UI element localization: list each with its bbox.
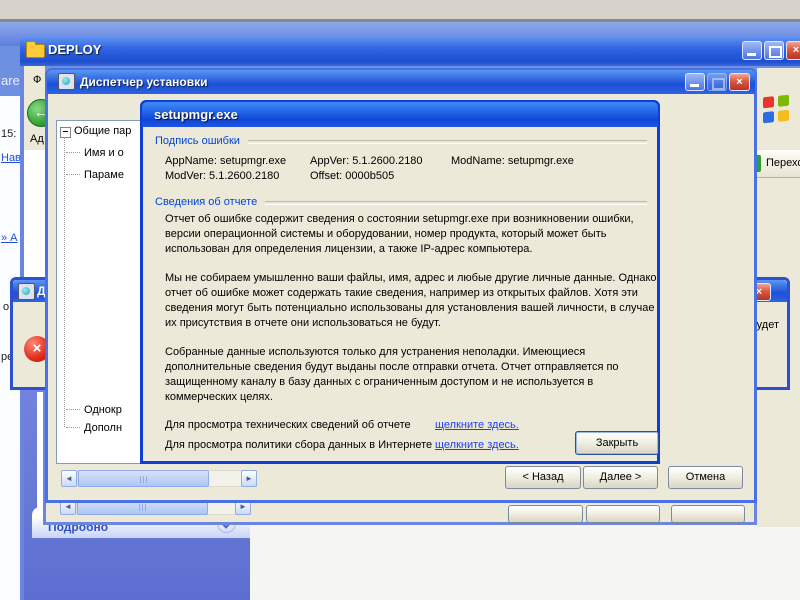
tree-item-name-org[interactable]: Имя и о [84, 147, 124, 159]
page-link-fragment[interactable]: Нав [1, 152, 20, 164]
file-list-edge [24, 150, 45, 277]
minimize-icon [747, 53, 756, 56]
setup-manager-icon [58, 73, 75, 90]
offset-value: Offset: 0000b505 [310, 170, 395, 182]
tree-connector [66, 409, 80, 411]
scrollbar-grip [139, 476, 148, 483]
report-description: Отчет об ошибке содержит сведения о сост… [165, 212, 659, 419]
maximize-icon [769, 46, 782, 58]
tree-connector [66, 427, 80, 429]
wizard-title: Диспетчер установки [80, 75, 208, 89]
minimize-button[interactable] [685, 73, 705, 91]
report-dialog-title: setupmgr.exe [154, 107, 238, 122]
close-button[interactable]: × [729, 73, 750, 91]
tree-item-additional[interactable]: Дополн [84, 422, 122, 434]
report-paragraph-1: Отчет об ошибке содержит сведения о сост… [165, 213, 634, 255]
report-paragraph-3: Собранные данные используются только для… [165, 346, 619, 403]
address-bar-label: Ад [30, 133, 44, 145]
tree-connector [66, 174, 80, 176]
data-policy-link[interactable]: щелкните здесь. [435, 439, 519, 451]
desktop: are 15: Нав » А о ре Подробно DEPLOY × Ф… [0, 0, 800, 600]
flag-green-pane [778, 94, 789, 107]
deploy-window-title: DEPLOY [48, 42, 102, 57]
cancel-button[interactable]: Отмена [668, 466, 743, 489]
next-button[interactable]: Далее > [583, 466, 658, 489]
menu-file-item[interactable]: Ф [33, 74, 41, 86]
flag-blue-pane [763, 111, 774, 124]
scroll-left-icon[interactable]: ◄ [61, 470, 77, 487]
hidden-cancel-button[interactable] [671, 505, 745, 523]
hidden-next-button[interactable] [586, 505, 660, 523]
close-button[interactable]: × [786, 41, 800, 60]
maximize-icon [712, 78, 725, 90]
maximize-button-disabled [707, 73, 727, 91]
deploy-window-titlebar[interactable]: DEPLOY × [20, 35, 800, 66]
report-dialog-titlebar[interactable]: setupmgr.exe [142, 102, 658, 127]
group-divider [248, 140, 647, 144]
error-report-dialog: setupmgr.exe Подпись ошибки AppName: set… [140, 100, 660, 464]
deploy-window-left-strip: Ф ← Ад [24, 66, 45, 277]
minimize-button[interactable] [742, 41, 762, 60]
address-go-row[interactable]: Переход [757, 150, 800, 178]
back-button[interactable]: < Назад [505, 466, 581, 489]
back-button[interactable]: ← [27, 99, 45, 127]
mod-ver-value: ModVer: 5.1.2600.2180 [165, 170, 280, 182]
tech-details-label: Для просмотра технических сведений об от… [165, 419, 411, 431]
scroll-right-icon[interactable]: ► [241, 470, 257, 487]
app-ver-value: AppVer: 5.1.2600.2180 [310, 155, 423, 167]
page-text-fragment: о [3, 301, 10, 313]
hidden-back-button[interactable] [508, 505, 583, 523]
flag-yellow-pane [778, 109, 789, 122]
windows-logo-icon [763, 94, 789, 124]
data-policy-label: Для просмотра политики сбора данных в Ин… [165, 439, 433, 451]
error-message-fragment: удет [756, 319, 779, 331]
tree-item-display[interactable]: Параме [84, 169, 124, 181]
close-report-button[interactable]: Закрыть [575, 431, 659, 455]
setup-manager-icon [18, 283, 35, 300]
go-button-label[interactable]: Переход [766, 157, 800, 169]
tech-details-link[interactable]: щелкните здесь. [435, 419, 519, 431]
page-time-fragment: 15: [1, 128, 17, 140]
top-window-edge [0, 0, 800, 22]
flag-red-pane [763, 96, 774, 109]
report-paragraph-2: Мы не собираем умышленно ваши файлы, имя… [165, 272, 657, 329]
mod-name-value: ModName: setupmgr.exe [451, 155, 574, 167]
minimize-icon [690, 84, 699, 87]
tree-item-run-once[interactable]: Однокр [84, 404, 122, 416]
group-divider [265, 201, 647, 205]
wizard-titlebar[interactable]: Диспетчер установки × [47, 70, 755, 94]
scrollbar-grip [138, 504, 147, 511]
details-group-label: Сведения об отчете [155, 196, 258, 208]
go-arrow-icon [757, 155, 761, 172]
maximize-button[interactable] [764, 41, 784, 60]
tree-item-general[interactable]: Общие пар [74, 125, 131, 137]
page-link-fragment[interactable]: » А [1, 232, 18, 244]
folder-icon [26, 41, 45, 58]
background-area [262, 527, 800, 600]
page-text-fragment: are [1, 73, 20, 88]
scrollbar-thumb[interactable] [78, 470, 209, 487]
signature-group-label: Подпись ошибки [155, 135, 240, 147]
tree-connector [64, 137, 66, 427]
tree-connector [66, 152, 80, 154]
app-name-value: AppName: setupmgr.exe [165, 155, 287, 167]
